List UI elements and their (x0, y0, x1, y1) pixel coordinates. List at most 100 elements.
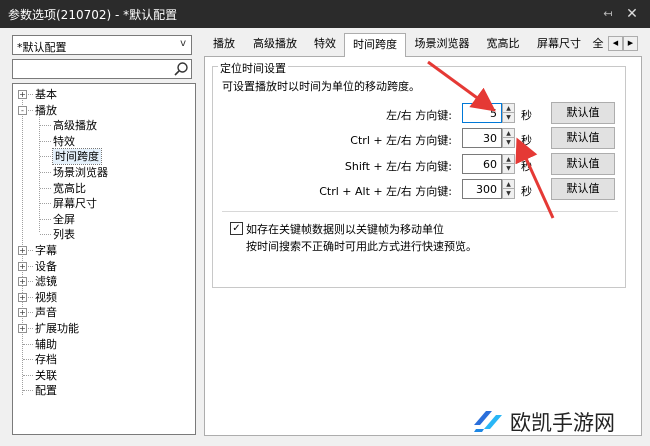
tree-line (40, 187, 51, 189)
tab[interactable]: 全 (590, 35, 606, 55)
seek-row-label: Ctrl + 左/右 方向键: (350, 134, 452, 147)
spin-down-icon[interactable]: ▼ (503, 189, 514, 198)
seek-row-label: Shift + 左/右 方向键: (344, 160, 452, 173)
default-value-button[interactable]: 默认值 (551, 153, 615, 175)
tab[interactable]: 时间跨度 (344, 33, 406, 57)
expand-icon[interactable]: + (18, 324, 27, 333)
tree-line (23, 374, 33, 376)
tree-item[interactable]: 列表 (53, 227, 75, 242)
tree-line (39, 114, 40, 232)
tree-line (40, 156, 51, 158)
default-value-button[interactable]: 默认值 (551, 178, 615, 200)
tab-scroll-right-icon[interactable]: ▶ (623, 36, 638, 51)
tree-line (23, 359, 33, 361)
tree-item[interactable]: 关联 (35, 368, 57, 383)
watermark-text: 欧凯手游网 (510, 411, 615, 435)
window-title: 参数选项(210702) - *默认配置 (8, 8, 178, 22)
spin-down-icon[interactable]: ▼ (503, 113, 514, 122)
seek-unit-label: 秒 (521, 160, 532, 173)
tree-line (40, 125, 51, 127)
tree-item[interactable]: 存档 (35, 352, 57, 367)
tree-line (40, 218, 51, 220)
tree-item[interactable]: 设备 (35, 259, 57, 274)
tree-item[interactable]: 屏幕尺寸 (53, 196, 97, 211)
keyframe-note: 按时间搜索不正确时可用此方式进行快速预览。 (246, 240, 477, 253)
tree-item[interactable]: 播放 (35, 103, 57, 118)
profile-selected-value: *默认配置 (17, 41, 67, 54)
expand-icon[interactable]: + (18, 277, 27, 287)
seek-unit-label: 秒 (521, 109, 532, 122)
tab-scroll-left-icon[interactable]: ◀ (608, 36, 623, 51)
spin-up-icon[interactable]: ▲ (503, 129, 514, 138)
seek-unit-label: 秒 (521, 134, 532, 147)
spin-buttons[interactable]: ▲ ▼ (502, 128, 515, 148)
default-value-button[interactable]: 默认值 (551, 127, 615, 149)
expand-icon[interactable]: + (18, 90, 27, 99)
tree-line (40, 203, 51, 205)
tree-item[interactable]: 场景浏览器 (53, 165, 108, 180)
close-icon[interactable]: ✕ (622, 5, 642, 23)
tree-item[interactable]: 辅助 (35, 337, 57, 352)
tree-line (23, 390, 33, 392)
title-bar: 参数选项(210702) - *默认配置 ↤ ✕ (0, 0, 650, 28)
group-title: 定位时间设置 (218, 60, 288, 76)
spin-buttons[interactable]: ▲ ▼ (502, 103, 515, 123)
expand-icon[interactable]: + (18, 261, 27, 271)
separator (222, 211, 618, 212)
settings-tree[interactable]: 基本 + 播放 - 高级播放 特效 时间跨度 场景浏览器 宽高比 屏幕尺寸 全屏 列表 字幕 + 设备 + 滤镜… (12, 83, 196, 435)
expand-icon[interactable]: + (18, 246, 27, 255)
tab[interactable]: 场景浏览器 (408, 35, 476, 55)
chevron-down-icon[interactable]: v (180, 38, 186, 49)
tab[interactable]: 高级播放 (245, 35, 305, 55)
tree-item[interactable]: 配置 (35, 383, 57, 398)
seek-step-input[interactable] (462, 154, 502, 174)
tree-item[interactable]: 时间跨度 (52, 148, 102, 166)
tree-line (22, 93, 23, 395)
group-description: 可设置播放时以时间为单位的移动跨度。 (222, 80, 420, 93)
keyframe-checkbox-label[interactable]: 如存在关键帧数据则以关键帧为移动单位 (246, 221, 444, 237)
tree-item[interactable]: 全屏 (53, 212, 75, 227)
expand-icon[interactable]: + (18, 308, 27, 318)
tab[interactable]: 屏幕尺寸 (530, 35, 588, 55)
spin-down-icon[interactable]: ▼ (503, 164, 514, 173)
search-box[interactable] (12, 59, 192, 79)
tab[interactable]: 播放 (205, 35, 243, 55)
tree-line (40, 172, 51, 173)
pin-icon[interactable]: ↤ (598, 5, 618, 23)
spin-up-icon[interactable]: ▲ (503, 180, 514, 189)
tab[interactable]: 特效 (307, 35, 343, 55)
tab[interactable]: 宽高比 (478, 35, 528, 55)
tree-item[interactable]: 滤镜 (35, 274, 57, 289)
seek-row-label: Ctrl + Alt + 左/右 方向键: (319, 185, 452, 198)
tree-item[interactable]: 声音 (35, 305, 57, 320)
seek-step-input[interactable] (462, 103, 502, 123)
profile-select[interactable]: *默认配置 v (12, 35, 192, 55)
seek-settings-group (212, 66, 626, 288)
tree-line (23, 343, 33, 345)
tree-item[interactable]: 特效 (53, 134, 75, 149)
default-value-button[interactable]: 默认值 (551, 102, 615, 124)
tree-item[interactable]: 字幕 (35, 243, 57, 258)
tree-line (40, 234, 51, 236)
tree-line (40, 140, 51, 142)
spin-buttons[interactable]: ▲ ▼ (502, 179, 515, 199)
seek-unit-label: 秒 (521, 185, 532, 198)
tree-item[interactable]: 高级播放 (53, 118, 97, 133)
seek-step-input[interactable] (462, 128, 502, 148)
seek-step-input[interactable] (462, 179, 502, 199)
spin-buttons[interactable]: ▲ ▼ (502, 154, 515, 174)
spin-up-icon[interactable]: ▲ (503, 155, 514, 164)
search-input[interactable] (15, 61, 165, 77)
watermark-logo-icon (474, 411, 502, 432)
spin-up-icon[interactable]: ▲ (503, 104, 514, 113)
keyframe-checkbox[interactable]: ✓ (230, 222, 243, 235)
spin-down-icon[interactable]: ▼ (503, 138, 514, 147)
tree-item[interactable]: 基本 (35, 87, 57, 102)
expand-icon[interactable]: + (18, 292, 27, 302)
search-icon[interactable] (173, 61, 189, 77)
tree-item[interactable]: 视频 (35, 290, 57, 305)
seek-row-label: 左/右 方向键: (386, 109, 452, 122)
tree-item[interactable]: 扩展功能 (35, 321, 79, 336)
tree-item[interactable]: 宽高比 (53, 181, 86, 196)
collapse-icon[interactable]: - (18, 105, 27, 115)
